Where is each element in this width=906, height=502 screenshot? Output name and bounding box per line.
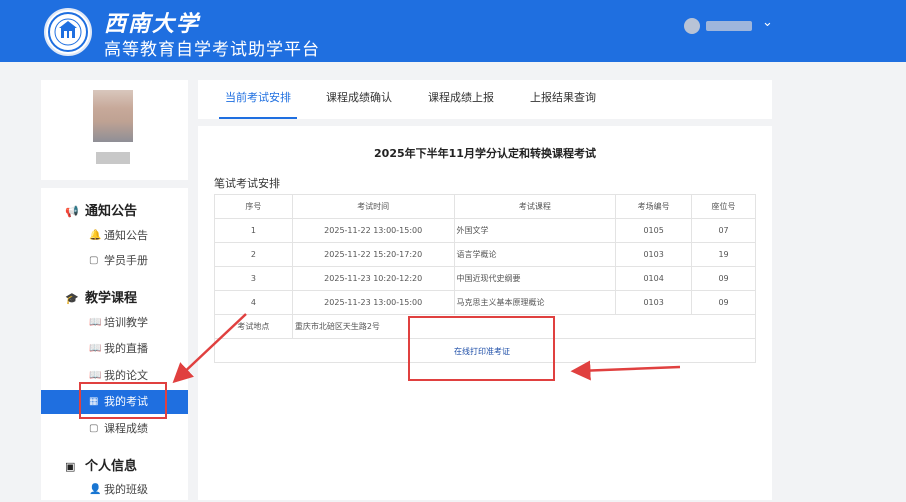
sidebar-item-notices[interactable]: 🔔 通知公告 (41, 224, 188, 248)
book-icon: 📖 (89, 317, 102, 328)
brand-name: 西南大学 (104, 11, 201, 37)
table-row: 2 2025-11-22 15:20-17:20 语言学概论 0103 19 (214, 242, 756, 267)
bell-icon: 🔔 (89, 230, 102, 241)
content-panel: 2025年下半年11月学分认定和转换课程考试 笔试考试安排 序号 考试时间 考试… (198, 126, 772, 500)
table-cell: 中国近现代史纲要 (453, 266, 617, 291)
sidebar-item-my-class[interactable]: 👤 我的班级 (41, 478, 188, 502)
table-cell: 1 (214, 218, 293, 243)
column-header: 考试课程 (453, 194, 617, 219)
document-icon: ▢ (89, 423, 99, 434)
table-cell: 2025-11-23 13:00-15:00 (291, 290, 455, 315)
tab-grade-confirm[interactable]: 课程成绩确认 (320, 80, 398, 119)
sidebar-group-courses[interactable]: 🎓 教学课程 (65, 287, 137, 306)
table-cell: 07 (691, 218, 756, 243)
table-row: 4 2025-11-23 13:00-15:00 马克思主义基本原理概论 010… (214, 290, 756, 315)
sidebar-item-handbook[interactable]: ▢ 学员手册 (41, 249, 188, 273)
table-cell: 09 (691, 266, 756, 291)
university-seal-logo (44, 8, 92, 56)
graduation-cap-icon: 🎓 (65, 292, 79, 305)
tab-current-exams[interactable]: 当前考试安排 (219, 80, 297, 119)
avatar[interactable] (93, 90, 133, 142)
book-icon: 📖 (89, 343, 102, 354)
column-header: 座位号 (691, 194, 756, 219)
document-icon: ▢ (89, 255, 99, 266)
profile-name-blurred (96, 152, 130, 164)
table-cell: 0105 (615, 218, 693, 243)
sidebar-item-grades[interactable]: ▢ 课程成绩 (41, 417, 188, 441)
table-row: 1 2025-11-22 13:00-15:00 外国文学 0105 07 (214, 218, 756, 243)
table-cell: 0103 (615, 290, 693, 315)
table-cell: 09 (691, 290, 756, 315)
table-row: 3 2025-11-23 10:20-12:20 中国近现代史纲要 0104 0… (214, 266, 756, 291)
sidebar-item-live[interactable]: 📖 我的直播 (41, 337, 188, 361)
megaphone-icon: 📢 (65, 205, 79, 218)
tab-bar: 当前考试安排 课程成绩确认 课程成绩上报 上报结果查询 (198, 80, 772, 119)
top-header: 西南大学 高等教育自学考试助学平台 ⌄ (0, 0, 906, 62)
sidebar-group-notices[interactable]: 📢 通知公告 (65, 200, 137, 219)
location-label: 考试地点 (214, 314, 293, 339)
table-cell: 0104 (615, 266, 693, 291)
table-cell: 马克思主义基本原理概论 (453, 290, 617, 315)
sidebar-group-profile[interactable]: ▣ 个人信息 (65, 455, 137, 474)
table-cell: 3 (214, 266, 293, 291)
tab-grade-report[interactable]: 课程成绩上报 (422, 80, 500, 119)
section-label: 笔试考试安排 (214, 177, 280, 190)
user-icon: 👤 (89, 484, 102, 495)
table-cell: 外国文学 (453, 218, 617, 243)
profile-card (41, 80, 188, 180)
table-cell: 0103 (615, 242, 693, 267)
table-cell: 语言学概论 (453, 242, 617, 267)
highlight-box-my-exam (79, 382, 167, 419)
table-header-row: 序号 考试时间 考试课程 考场编号 座位号 (214, 194, 756, 219)
highlight-box-print-link (408, 316, 555, 381)
sidebar-item-training[interactable]: 📖 培训教学 (41, 311, 188, 335)
table-cell: 19 (691, 242, 756, 267)
tab-report-results[interactable]: 上报结果查询 (524, 80, 602, 119)
id-card-icon: ▣ (65, 460, 76, 473)
user-avatar[interactable] (684, 18, 700, 34)
table-cell: 2 (214, 242, 293, 267)
platform-title: 高等教育自学考试助学平台 (104, 40, 320, 60)
table-cell: 4 (214, 290, 293, 315)
exam-title: 2025年下半年11月学分认定和转换课程考试 (374, 147, 596, 160)
table-cell: 2025-11-22 13:00-15:00 (291, 218, 455, 243)
table-cell: 2025-11-23 10:20-12:20 (291, 266, 455, 291)
table-cell: 2025-11-22 15:20-17:20 (291, 242, 455, 267)
user-name-blurred[interactable] (706, 21, 752, 31)
sidebar: 📢 通知公告 🔔 通知公告 ▢ 学员手册 🎓 教学课程 📖 培训教学 📖 我的直播 … (41, 188, 188, 500)
chevron-down-icon[interactable]: ⌄ (762, 15, 773, 30)
column-header: 考试时间 (291, 194, 455, 219)
column-header: 考场编号 (615, 194, 693, 219)
column-header: 序号 (214, 194, 293, 219)
